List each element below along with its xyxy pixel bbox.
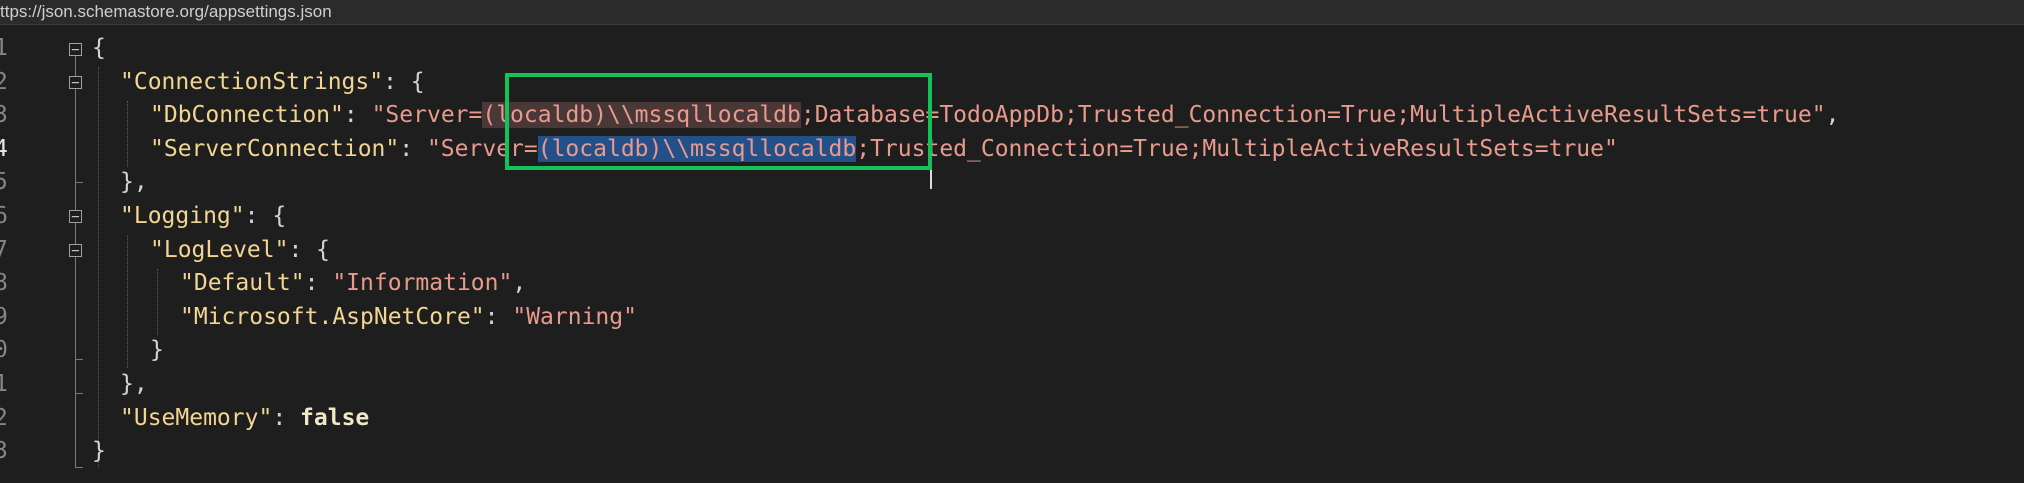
- indent-guide: [98, 67, 99, 467]
- punctuation: :: [343, 102, 372, 129]
- line-number: 3: [0, 102, 8, 129]
- json-string: "Information": [332, 270, 513, 297]
- collapse-icon[interactable]: −: [69, 76, 82, 90]
- punctuation: ,: [512, 270, 527, 297]
- json-key: "ServerConnection": [150, 135, 400, 162]
- line-number-active: 4: [0, 135, 8, 162]
- punctuation: },: [120, 371, 148, 397]
- code-editor[interactable]: 1 2 3 4 5 6 7 8 9 0 1 2 3 − − − − { "Con…: [0, 25, 2024, 483]
- code-line-12[interactable]: "UseMemory": false: [120, 402, 369, 436]
- code-line-11[interactable]: },: [120, 368, 148, 402]
- punctuation: }: [150, 337, 164, 364]
- code-line-9[interactable]: "Microsoft.AspNetCore": "Warning": [180, 301, 637, 335]
- json-string: "Server=: [426, 135, 538, 162]
- fold-end: [75, 393, 83, 394]
- code-line-5[interactable]: },: [120, 166, 148, 200]
- json-boolean: false: [300, 404, 370, 431]
- fold-end: [75, 467, 83, 468]
- line-number: 9: [0, 303, 8, 330]
- punctuation: },: [120, 169, 148, 196]
- punctuation: :: [304, 270, 333, 297]
- code-line-7[interactable]: "LogLevel": {: [150, 234, 330, 268]
- punctuation: :: [484, 303, 513, 330]
- indent-guide: [157, 269, 158, 335]
- line-number: 2: [0, 404, 8, 431]
- indent-guide: [127, 235, 128, 368]
- line-number: 0: [0, 337, 8, 364]
- fold-line: [75, 257, 76, 467]
- code-line-1[interactable]: {: [92, 32, 106, 66]
- code-line-2[interactable]: "ConnectionStrings": {: [120, 66, 425, 100]
- close-brace: }: [92, 438, 106, 465]
- line-number: 8: [0, 270, 8, 297]
- collapse-icon[interactable]: −: [69, 43, 82, 57]
- line-number: 2: [0, 68, 8, 95]
- json-string: "Server=: [371, 102, 483, 129]
- json-key: "Default": [180, 270, 305, 297]
- punctuation: ,: [1825, 102, 1840, 129]
- punctuation: :: [272, 404, 301, 431]
- json-key: "UseMemory": [120, 404, 273, 431]
- line-number: 6: [0, 203, 8, 229]
- line-number: 5: [0, 169, 8, 196]
- line-number: 7: [0, 236, 8, 263]
- fold-end: [75, 182, 83, 183]
- json-key: "Microsoft.AspNetCore": [180, 303, 485, 330]
- fold-line: [75, 223, 76, 244]
- indent-guide: [127, 101, 128, 167]
- code-line-13[interactable]: }: [92, 435, 106, 469]
- code-line-3[interactable]: "DbConnection": "Server=(localdb)\\mssql…: [150, 99, 1839, 133]
- text-cursor: [930, 161, 932, 189]
- open-brace: {: [92, 35, 106, 61]
- line-number: 1: [0, 371, 8, 397]
- selected-text[interactable]: (localdb)\\mssqllocaldb: [537, 135, 857, 162]
- json-string: "Warning": [512, 303, 637, 330]
- punctuation: : {: [383, 68, 425, 95]
- json-key: "ConnectionStrings": [120, 68, 384, 95]
- code-line-10[interactable]: }: [150, 334, 164, 368]
- fold-line: [75, 56, 76, 76]
- collapse-icon[interactable]: −: [69, 244, 82, 258]
- fold-line: [75, 89, 76, 210]
- code-line-6[interactable]: "Logging": {: [120, 200, 286, 234]
- line-number: 3: [0, 438, 8, 465]
- highlighted-text: (localdb)\\mssqllocaldb: [482, 102, 801, 129]
- schema-bar: ttps://json.schemastore.org/appsettings.…: [0, 0, 2024, 25]
- line-number: 1: [0, 35, 8, 61]
- punctuation: : {: [288, 236, 331, 263]
- schema-url[interactable]: ttps://json.schemastore.org/appsettings.…: [0, 1, 332, 23]
- json-key: "LogLevel": [150, 236, 289, 263]
- code-line-8[interactable]: "Default": "Information",: [180, 267, 526, 301]
- code-line-4[interactable]: "ServerConnection": "Server=(localdb)\\m…: [150, 133, 1618, 167]
- json-key: "DbConnection": [150, 102, 344, 129]
- collapse-icon[interactable]: −: [69, 210, 82, 224]
- punctuation: : {: [244, 203, 287, 229]
- json-key: "Logging": [120, 203, 245, 229]
- line-number-gutter: 1 2 3 4 5 6 7 8 9 0 1 2 3: [0, 25, 40, 483]
- fold-end: [75, 359, 83, 360]
- punctuation: :: [399, 135, 427, 162]
- json-string: ;Trusted_Connection=True;MultipleActiveR…: [856, 135, 1618, 162]
- json-string: ;Database=TodoAppDb;Trusted_Connection=T…: [800, 102, 1826, 129]
